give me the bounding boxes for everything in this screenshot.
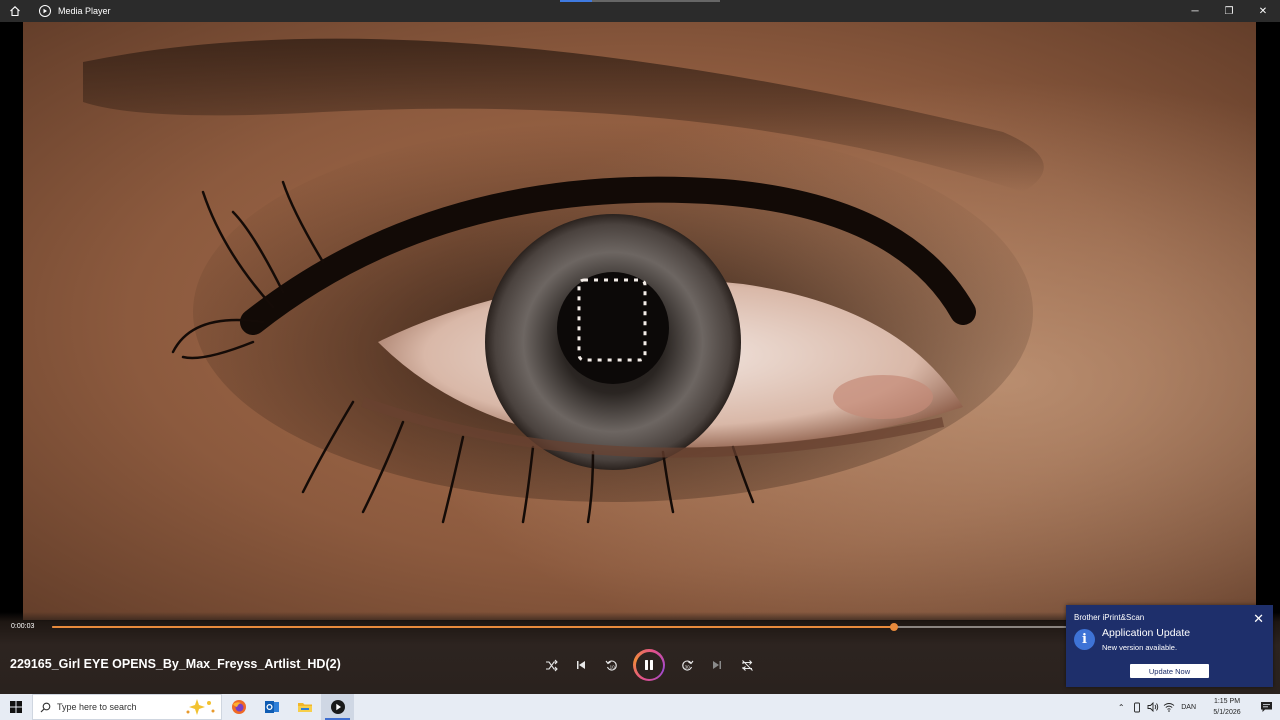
toast-close-button[interactable]: ✕ (1253, 612, 1264, 625)
usb-device-icon (1134, 702, 1141, 712)
taskbar-file-explorer[interactable] (288, 694, 321, 720)
file-explorer-icon (297, 703, 312, 712)
rewind-10-button[interactable]: 10 (596, 650, 626, 680)
volume-button[interactable] (1145, 694, 1161, 720)
shuffle-button[interactable] (536, 650, 566, 680)
svg-text:10: 10 (609, 664, 615, 669)
input-language[interactable]: DAN (1181, 704, 1196, 711)
toast-title: Application Update (1102, 627, 1191, 639)
update-now-button[interactable]: Update Now (1130, 664, 1209, 678)
previous-icon (577, 661, 585, 669)
close-icon: ✕ (1258, 5, 1268, 17)
title-bar: Media Player ─ ❐ ✕ (0, 0, 1280, 22)
previous-button[interactable] (566, 650, 596, 680)
media-player-icon (330, 700, 345, 714)
repeat-off-icon (741, 659, 753, 671)
info-icon: i (1074, 629, 1095, 650)
seek-bar[interactable] (52, 623, 1072, 631)
speaker-icon (1147, 702, 1159, 712)
tray-device-icon-button[interactable] (1129, 694, 1145, 720)
sparkle-icon (186, 699, 215, 715)
forward-30-button[interactable]: 30 (672, 650, 702, 680)
home-button[interactable] (0, 0, 30, 22)
windows-logo-icon (10, 701, 22, 713)
window-title: Media Player (58, 6, 111, 16)
pause-button[interactable] (633, 649, 665, 681)
taskbar-clock[interactable]: 1:15 PM 5/1/2026 (1202, 696, 1252, 718)
shuffle-icon (545, 659, 558, 671)
current-time: 0:00:03 (11, 623, 35, 630)
network-button[interactable] (1161, 694, 1177, 720)
svg-text:30: 30 (684, 664, 690, 669)
outlook-icon (264, 701, 279, 713)
notification-center-button[interactable] (1252, 694, 1280, 720)
wifi-icon (1163, 703, 1175, 712)
playback-controls: 10 30 (536, 648, 762, 682)
taskbar-search-box[interactable]: Type here to search (32, 694, 222, 720)
clock-time: 1:15 PM (1213, 698, 1241, 705)
firefox-icon (231, 700, 246, 714)
search-icon (40, 702, 50, 712)
home-icon (10, 6, 20, 17)
video-frame[interactable] (23, 22, 1256, 620)
show-hidden-icons-button[interactable]: ⌃ (1113, 694, 1129, 720)
pause-icon (645, 660, 653, 670)
clock-date: 5/1/2026 (1213, 709, 1241, 716)
seek-bar-fill (52, 626, 894, 628)
search-placeholder: Type here to search (57, 702, 137, 712)
next-icon (713, 661, 721, 669)
rewind-10-icon: 10 (605, 660, 617, 671)
title-bar-indicator (560, 0, 720, 2)
search-highlight-decoration (181, 696, 221, 718)
taskbar-media-player[interactable] (321, 694, 354, 720)
restore-icon: ❐ (1224, 5, 1234, 17)
toast-app-name: Brother iPrint&Scan (1074, 613, 1145, 622)
video-frame-eye-closeup (23, 22, 1256, 620)
next-button[interactable] (702, 650, 732, 680)
notification-icon (1260, 702, 1272, 712)
chevron-up-icon: ⌃ (1117, 702, 1125, 712)
repeat-button[interactable] (732, 650, 762, 680)
windows-taskbar: Type here to search ⌃ DAN 1:15 PM 5/1/20… (0, 694, 1280, 720)
restore-button[interactable]: ❐ (1212, 0, 1246, 22)
video-area[interactable] (0, 22, 1280, 620)
close-window-button[interactable]: ✕ (1246, 0, 1280, 22)
media-player-app-icon (39, 5, 51, 17)
minimize-icon: ─ (1191, 5, 1199, 17)
start-button[interactable] (0, 694, 32, 720)
taskbar-outlook[interactable] (255, 694, 288, 720)
update-notification-toast[interactable]: Brother iPrint&Scan ✕ i Application Upda… (1066, 605, 1273, 687)
toast-message: New version available. (1102, 643, 1178, 652)
forward-30-icon: 30 (681, 660, 693, 671)
taskbar-firefox[interactable] (222, 694, 255, 720)
system-tray: ⌃ DAN 1:15 PM 5/1/2026 (1113, 694, 1280, 720)
seek-bar-thumb[interactable] (889, 623, 898, 631)
media-player-window: Media Player ─ ❐ ✕ 0:00:03 229165_Girl E… (0, 0, 1280, 720)
now-playing-title: 229165_Girl EYE OPENS_By_Max_Freyss_Artl… (10, 657, 341, 671)
minimize-button[interactable]: ─ (1178, 0, 1212, 22)
